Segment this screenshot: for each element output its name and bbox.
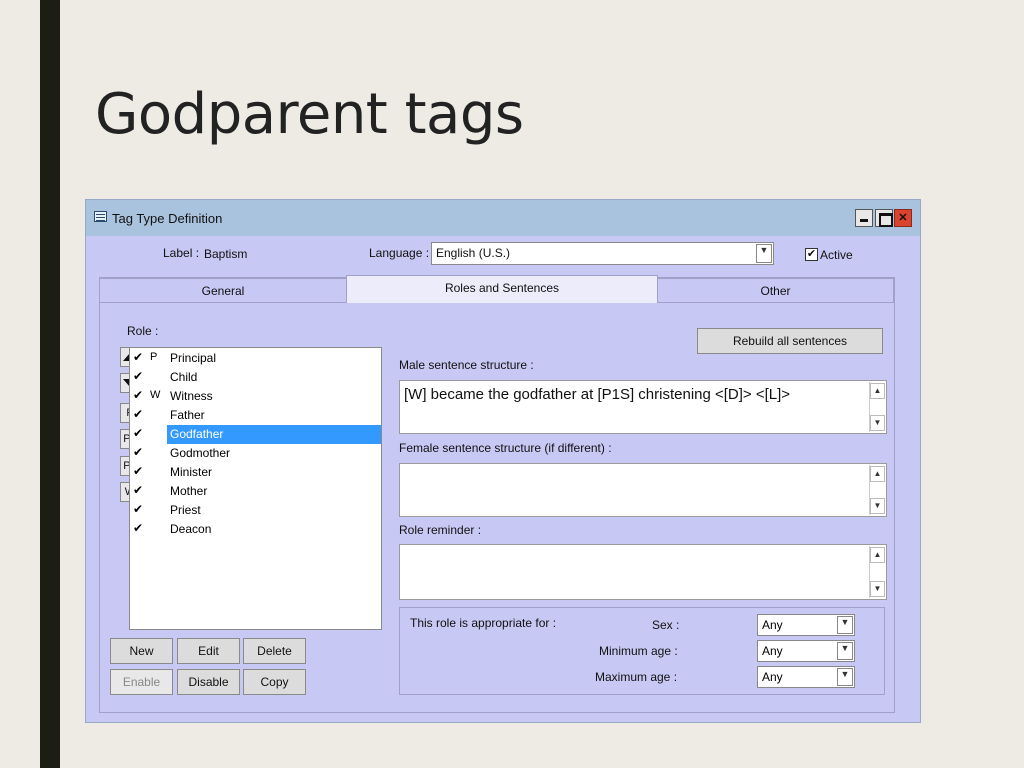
scroll-down-icon[interactable]: ▼ <box>870 581 885 597</box>
role-name: Deacon <box>170 522 212 536</box>
slide-title: Godparent tags <box>95 82 524 147</box>
min-age-caption: Minimum age : <box>599 644 678 658</box>
scroll-up-icon[interactable]: ▲ <box>870 547 885 563</box>
list-item[interactable]: ✔ Godmother <box>130 444 381 463</box>
role-name: Godmother <box>170 446 231 460</box>
max-age-caption: Maximum age : <box>595 670 678 684</box>
slide-accent-bar <box>40 0 60 768</box>
label-value: Baptism <box>204 247 248 261</box>
scroll-down-icon[interactable]: ▼ <box>870 498 885 514</box>
checkmark-icon: ✔ <box>133 521 144 535</box>
table-icon <box>94 211 107 222</box>
checkmark-icon: ✔ <box>133 483 144 497</box>
language-caption: Language : <box>369 246 430 260</box>
sex-select[interactable]: Any ▼ <box>757 614 855 636</box>
male-sentence-caption: Male sentence structure : <box>399 358 534 372</box>
role-reminder-field[interactable]: ▲ ▼ <box>399 544 887 600</box>
enable-button[interactable]: Enable <box>110 669 173 695</box>
delete-button[interactable]: Delete <box>243 638 306 664</box>
list-item[interactable]: ✔ Mother <box>130 482 381 501</box>
active-checkbox[interactable]: ✔ <box>805 248 818 261</box>
language-value: English (U.S.) <box>436 246 511 260</box>
role-list[interactable]: ✔ P Principal ✔ Child ✔ W Witness ✔ Fath… <box>129 347 382 630</box>
role-name: Minister <box>170 465 213 479</box>
window-titlebar[interactable]: Tag Type Definition ✕ <box>86 200 920 236</box>
tag-type-definition-window: Tag Type Definition ✕ Label : Baptism La… <box>85 199 921 723</box>
scroll-up-icon[interactable]: ▲ <box>870 466 885 482</box>
female-sentence-caption: Female sentence structure (if different)… <box>399 441 612 455</box>
scroll-up-icon[interactable]: ▲ <box>870 383 885 399</box>
list-item[interactable]: ✔ Father <box>130 406 381 425</box>
active-label: Active <box>820 248 853 262</box>
copy-button[interactable]: Copy <box>243 669 306 695</box>
chevron-down-icon[interactable]: ▼ <box>837 616 853 634</box>
list-item[interactable]: ✔ Priest <box>130 501 381 520</box>
edit-button[interactable]: Edit <box>177 638 240 664</box>
role-name: Principal <box>170 351 217 365</box>
role-name: Father <box>170 408 205 422</box>
scrollbar[interactable]: ▲ ▼ <box>869 465 885 515</box>
scrollbar[interactable]: ▲ ▼ <box>869 382 885 432</box>
male-sentence-value: [W] became the godfather at [P1S] christ… <box>404 386 791 403</box>
list-item[interactable]: ✔ Deacon <box>130 520 381 539</box>
sex-value: Any <box>762 618 783 632</box>
checkmark-icon: ✔ <box>133 369 144 383</box>
appropriate-caption: This role is appropriate for : <box>410 616 557 630</box>
checkmark-icon: ✔ <box>133 350 144 364</box>
role-reminder-caption: Role reminder : <box>399 523 482 537</box>
max-age-select[interactable]: Any ▼ <box>757 666 855 688</box>
tab-general[interactable]: General <box>99 278 347 303</box>
scroll-down-icon[interactable]: ▼ <box>870 415 885 431</box>
role-name: Priest <box>170 503 201 517</box>
role-letter: P <box>150 351 158 363</box>
female-sentence-field[interactable]: ▲ ▼ <box>399 463 887 517</box>
scrollbar[interactable]: ▲ ▼ <box>869 546 885 598</box>
chevron-down-icon[interactable]: ▼ <box>756 244 772 263</box>
max-age-value: Any <box>762 670 783 684</box>
list-item[interactable]: ✔ Child <box>130 368 381 387</box>
checkmark-icon: ✔ <box>133 502 144 516</box>
checkmark-icon: ✔ <box>133 407 144 421</box>
label-caption: Label : <box>163 246 200 260</box>
maximize-button[interactable] <box>875 209 893 227</box>
appropriate-for-group: This role is appropriate for : Sex : Any… <box>399 607 885 695</box>
role-caption: Role : <box>127 324 159 338</box>
list-item[interactable]: ✔ P Principal <box>130 349 381 368</box>
rebuild-all-sentences-button[interactable]: Rebuild all sentences <box>697 328 883 354</box>
role-name: Godfather <box>167 425 381 444</box>
chevron-down-icon[interactable]: ▼ <box>837 642 853 660</box>
chevron-down-icon[interactable]: ▼ <box>837 668 853 686</box>
sex-caption: Sex : <box>652 618 680 632</box>
male-sentence-field[interactable]: [W] became the godfather at [P1S] christ… <box>399 380 887 434</box>
checkmark-icon: ✔ <box>133 388 144 402</box>
tab-panel: General Roles and Sentences Other Role :… <box>99 275 895 713</box>
close-button[interactable]: ✕ <box>894 209 912 227</box>
disable-button[interactable]: Disable <box>177 669 240 695</box>
role-name: Mother <box>170 484 208 498</box>
list-item[interactable]: ✔ W Witness <box>130 387 381 406</box>
min-age-value: Any <box>762 644 783 658</box>
role-name: Witness <box>170 389 213 403</box>
language-select[interactable]: English (U.S.) ▼ <box>431 242 774 265</box>
minimize-button[interactable] <box>855 209 873 227</box>
checkmark-icon: ✔ <box>133 464 144 478</box>
role-name: Child <box>170 370 198 384</box>
checkmark-icon: ✔ <box>133 426 144 440</box>
role-letter: W <box>150 389 161 401</box>
list-item-selected[interactable]: ✔ Godfather <box>130 425 381 444</box>
window-title: Tag Type Definition <box>112 211 223 226</box>
tab-roles-and-sentences[interactable]: Roles and Sentences <box>346 275 658 303</box>
min-age-select[interactable]: Any ▼ <box>757 640 855 662</box>
checkmark-icon: ✔ <box>133 445 144 459</box>
new-button[interactable]: New <box>110 638 173 664</box>
list-item[interactable]: ✔ Minister <box>130 463 381 482</box>
tab-other[interactable]: Other <box>657 278 894 303</box>
